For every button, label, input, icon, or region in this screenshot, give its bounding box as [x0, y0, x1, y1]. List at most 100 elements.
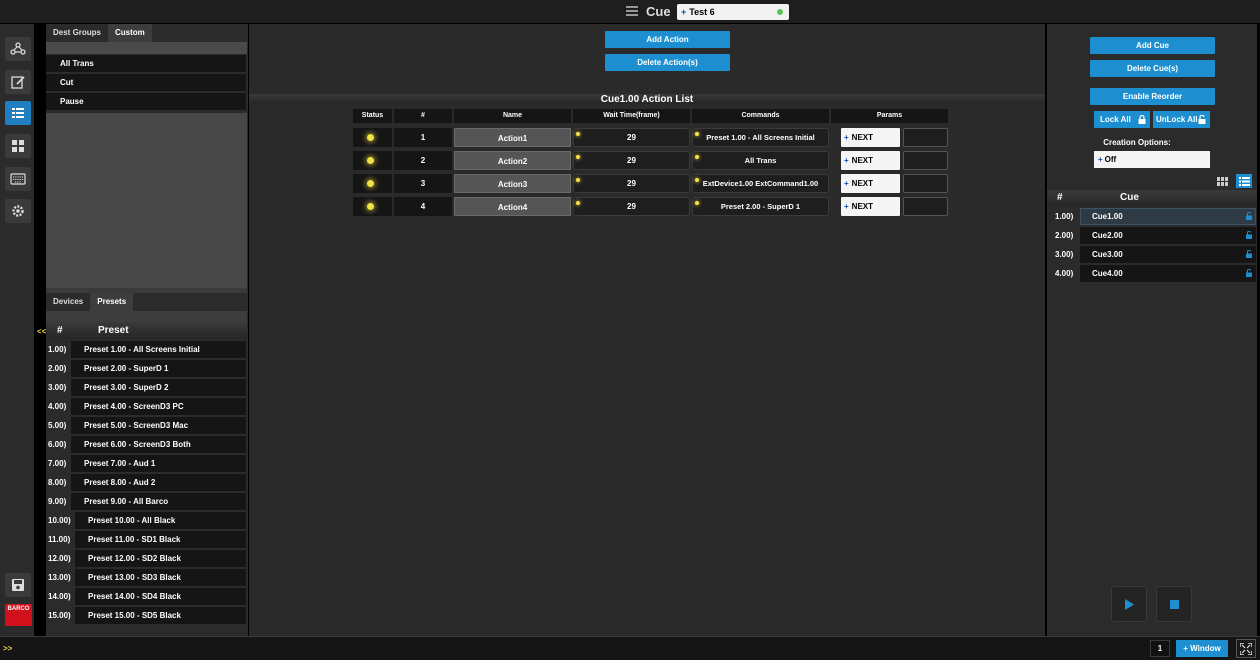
preset-name: Preset 7.00 - Aud 1	[71, 455, 246, 473]
play-button[interactable]	[1111, 586, 1147, 622]
cue-list-button[interactable]	[5, 101, 31, 125]
cue-row[interactable]: 2.00) Cue2.00	[1047, 227, 1257, 245]
status-cell	[353, 174, 392, 193]
tab-strip	[46, 42, 247, 54]
cue-num: 3.00)	[1055, 250, 1074, 259]
param-slot[interactable]	[903, 197, 948, 216]
preset-row[interactable]: 13.00) Preset 13.00 - SD3 Black	[46, 569, 246, 587]
test-selector-label: Test 6	[689, 7, 715, 17]
add-cue-button[interactable]: Add Cue	[1090, 37, 1215, 54]
save-icon	[12, 579, 24, 591]
preset-row[interactable]: 8.00) Preset 8.00 - Aud 2	[46, 474, 246, 492]
preset-num: 2.00)	[48, 364, 67, 373]
cue-row[interactable]: 4.00) Cue4.00	[1047, 265, 1257, 283]
lock-all-button[interactable]: Lock All	[1094, 111, 1150, 128]
add-window-button[interactable]: + Window	[1176, 640, 1228, 657]
tab-dest-groups[interactable]: Dest Groups	[46, 24, 109, 42]
preset-name: Preset 11.00 - SD1 Black	[75, 531, 246, 549]
preset-row[interactable]: 9.00) Preset 9.00 - All Barco	[46, 493, 246, 511]
action-wait-time[interactable]: 29	[573, 151, 690, 170]
action-list-title: Cue1.00 Action List	[600, 94, 694, 105]
action-name[interactable]: Action2	[454, 151, 571, 170]
list-icon	[12, 108, 24, 118]
tab-devices[interactable]: Devices	[46, 293, 91, 311]
next-param-button[interactable]: + NEXT	[841, 197, 900, 216]
action-command[interactable]: Preset 1.00 - All Screens Initial	[692, 128, 829, 147]
action-command[interactable]: ExtDevice1.00 ExtCommand1.00	[692, 174, 829, 193]
preset-row[interactable]: 10.00) Preset 10.00 - All Black	[46, 512, 246, 530]
network-button[interactable]	[5, 37, 31, 61]
save-button[interactable]	[5, 573, 31, 597]
preset-row[interactable]: 15.00) Preset 15.00 - SD5 Black	[46, 607, 246, 625]
tab-presets[interactable]: Presets	[90, 293, 134, 311]
action-wait-time[interactable]: 29	[573, 128, 690, 147]
action-name[interactable]: Action4	[454, 197, 571, 216]
fullscreen-button[interactable]	[1236, 639, 1256, 658]
param-slot[interactable]	[903, 174, 948, 193]
unlock-icon[interactable]	[1246, 212, 1252, 220]
cue-row[interactable]: 3.00) Cue3.00	[1047, 246, 1257, 264]
status-cell	[353, 197, 392, 216]
custom-item-pause[interactable]: Pause	[46, 93, 246, 111]
keyboard-button[interactable]	[5, 167, 31, 191]
next-param-button[interactable]: + NEXT	[841, 128, 900, 147]
action-name[interactable]: Action3	[454, 174, 571, 193]
tab-custom[interactable]: Custom	[108, 24, 152, 42]
unlock-icon[interactable]	[1246, 269, 1252, 277]
edit-button[interactable]	[5, 70, 31, 94]
preset-row[interactable]: 2.00) Preset 2.00 - SuperD 1	[46, 360, 246, 378]
preset-num: 12.00)	[48, 554, 71, 563]
preset-row[interactable]: 11.00) Preset 11.00 - SD1 Black	[46, 531, 246, 549]
preset-row[interactable]: 12.00) Preset 12.00 - SD2 Black	[46, 550, 246, 568]
preset-row[interactable]: 7.00) Preset 7.00 - Aud 1	[46, 455, 246, 473]
param-slot[interactable]	[903, 128, 948, 147]
next-param-button[interactable]: + NEXT	[841, 174, 900, 193]
preset-row[interactable]: 4.00) Preset 4.00 - ScreenD3 PC	[46, 398, 246, 416]
col-status: Status	[353, 109, 392, 123]
custom-item-all-trans[interactable]: All Trans	[46, 55, 246, 73]
delete-cue-button[interactable]: Delete Cue(s)	[1090, 60, 1215, 77]
action-num: 2	[394, 151, 452, 170]
stop-button[interactable]	[1156, 586, 1192, 622]
unlock-icon[interactable]	[1246, 231, 1252, 239]
preset-row[interactable]: 6.00) Preset 6.00 - ScreenD3 Both	[46, 436, 246, 454]
collapse-left-button[interactable]: <<	[37, 327, 46, 336]
layout-button[interactable]	[5, 134, 31, 158]
cue-row[interactable]: 1.00) Cue1.00	[1047, 208, 1257, 226]
command-value: Preset 2.00 - SuperD 1	[720, 202, 801, 211]
settings-button[interactable]	[5, 199, 31, 223]
unlock-icon[interactable]	[1246, 250, 1252, 258]
list-view-button[interactable]	[1236, 174, 1252, 188]
preset-row[interactable]: 5.00) Preset 5.00 - ScreenD3 Mac	[46, 417, 246, 435]
action-name[interactable]: Action1	[454, 128, 571, 147]
cue-name: Cue1.00	[1080, 208, 1256, 226]
cue-name: Cue4.00	[1080, 265, 1256, 283]
preset-name: Preset 3.00 - SuperD 2	[71, 379, 246, 397]
status-led-icon	[367, 203, 374, 210]
action-wait-time[interactable]: 29	[573, 197, 690, 216]
unlock-all-button[interactable]: UnLock All	[1153, 111, 1210, 128]
preset-row[interactable]: 14.00) Preset 14.00 - SD4 Black	[46, 588, 246, 606]
test-selector[interactable]: + Test 6	[677, 4, 789, 20]
action-command[interactable]: All Trans	[692, 151, 829, 170]
preset-name: Preset 8.00 - Aud 2	[71, 474, 246, 492]
enable-reorder-button[interactable]: Enable Reorder	[1090, 88, 1215, 105]
preset-num: 5.00)	[48, 421, 67, 430]
action-wait-time[interactable]: 29	[573, 174, 690, 193]
cue-num: 1.00)	[1055, 212, 1074, 221]
status-cell	[353, 128, 392, 147]
delete-action-button[interactable]: Delete Action(s)	[605, 54, 730, 71]
action-command[interactable]: Preset 2.00 - SuperD 1	[692, 197, 829, 216]
plus-icon: +	[844, 133, 849, 142]
custom-item-cut[interactable]: Cut	[46, 74, 246, 92]
preset-row[interactable]: 1.00) Preset 1.00 - All Screens Initial	[46, 341, 246, 359]
left-panel: Dest Groups Custom All Trans Cut Pause D…	[46, 24, 248, 636]
expand-panel-button[interactable]: >>	[3, 644, 12, 653]
add-action-button[interactable]: Add Action	[605, 31, 730, 48]
gear-icon	[12, 205, 24, 217]
next-param-button[interactable]: + NEXT	[841, 151, 900, 170]
param-slot[interactable]	[903, 151, 948, 170]
preset-row[interactable]: 3.00) Preset 3.00 - SuperD 2	[46, 379, 246, 397]
grid-view-button[interactable]	[1214, 174, 1230, 188]
creation-options-select[interactable]: + Off	[1094, 151, 1210, 168]
